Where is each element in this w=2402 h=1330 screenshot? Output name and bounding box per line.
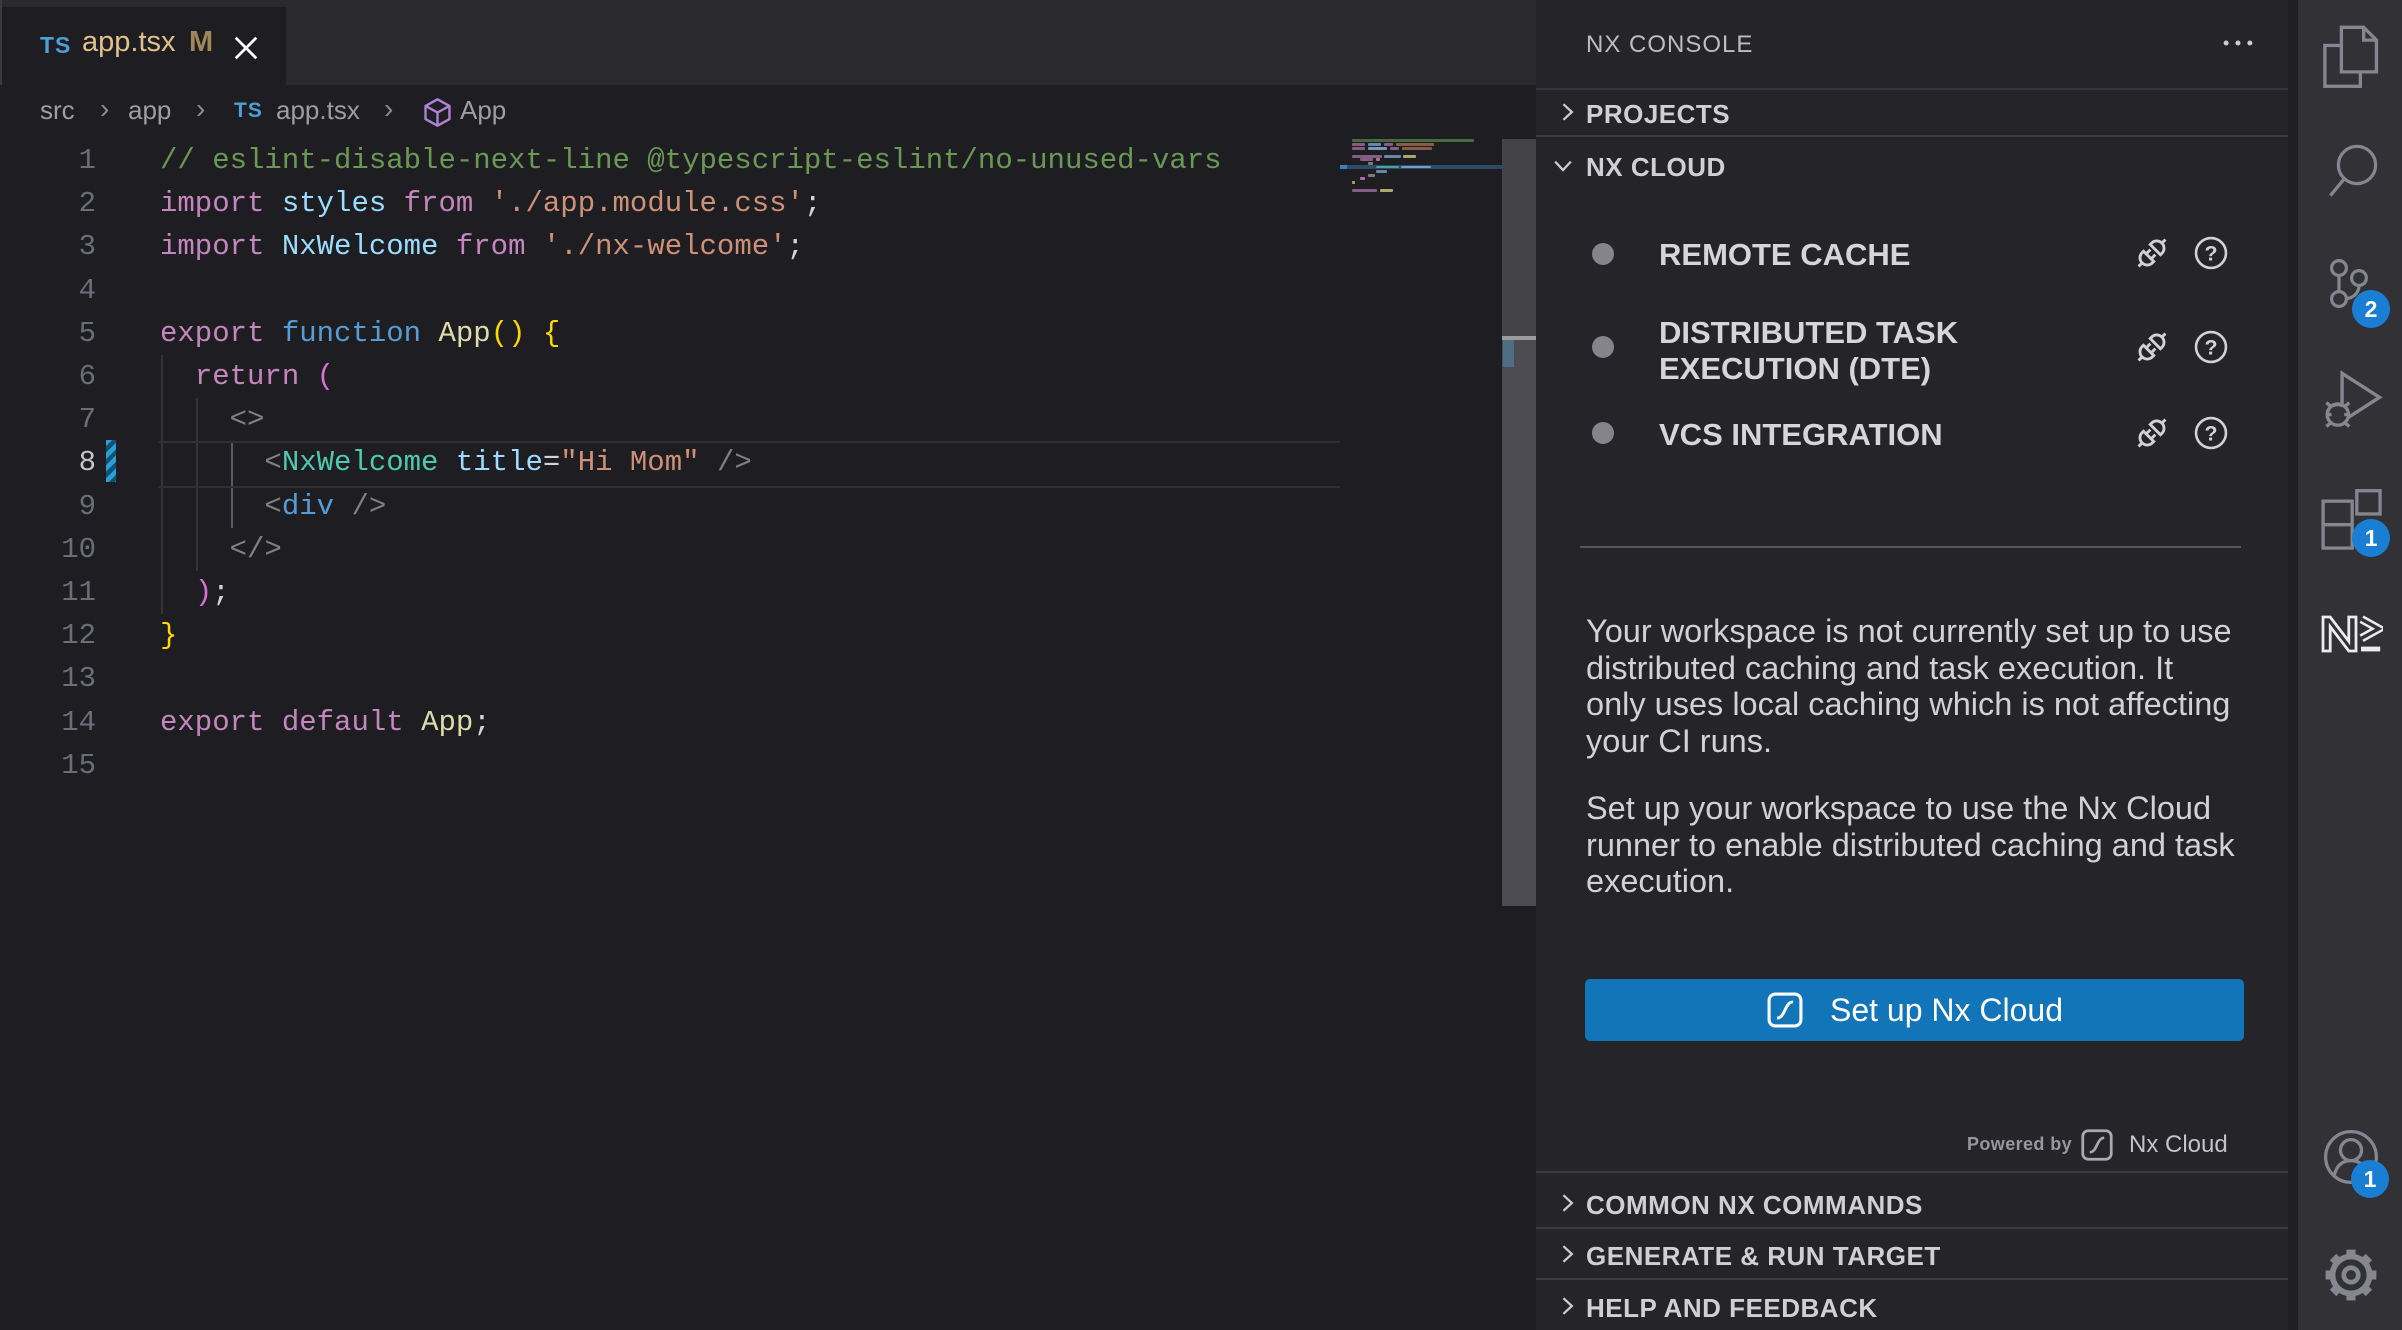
svg-text:?: ? — [2204, 242, 2217, 266]
svg-text:?: ? — [2204, 422, 2217, 446]
svg-text:?: ? — [2204, 336, 2217, 360]
